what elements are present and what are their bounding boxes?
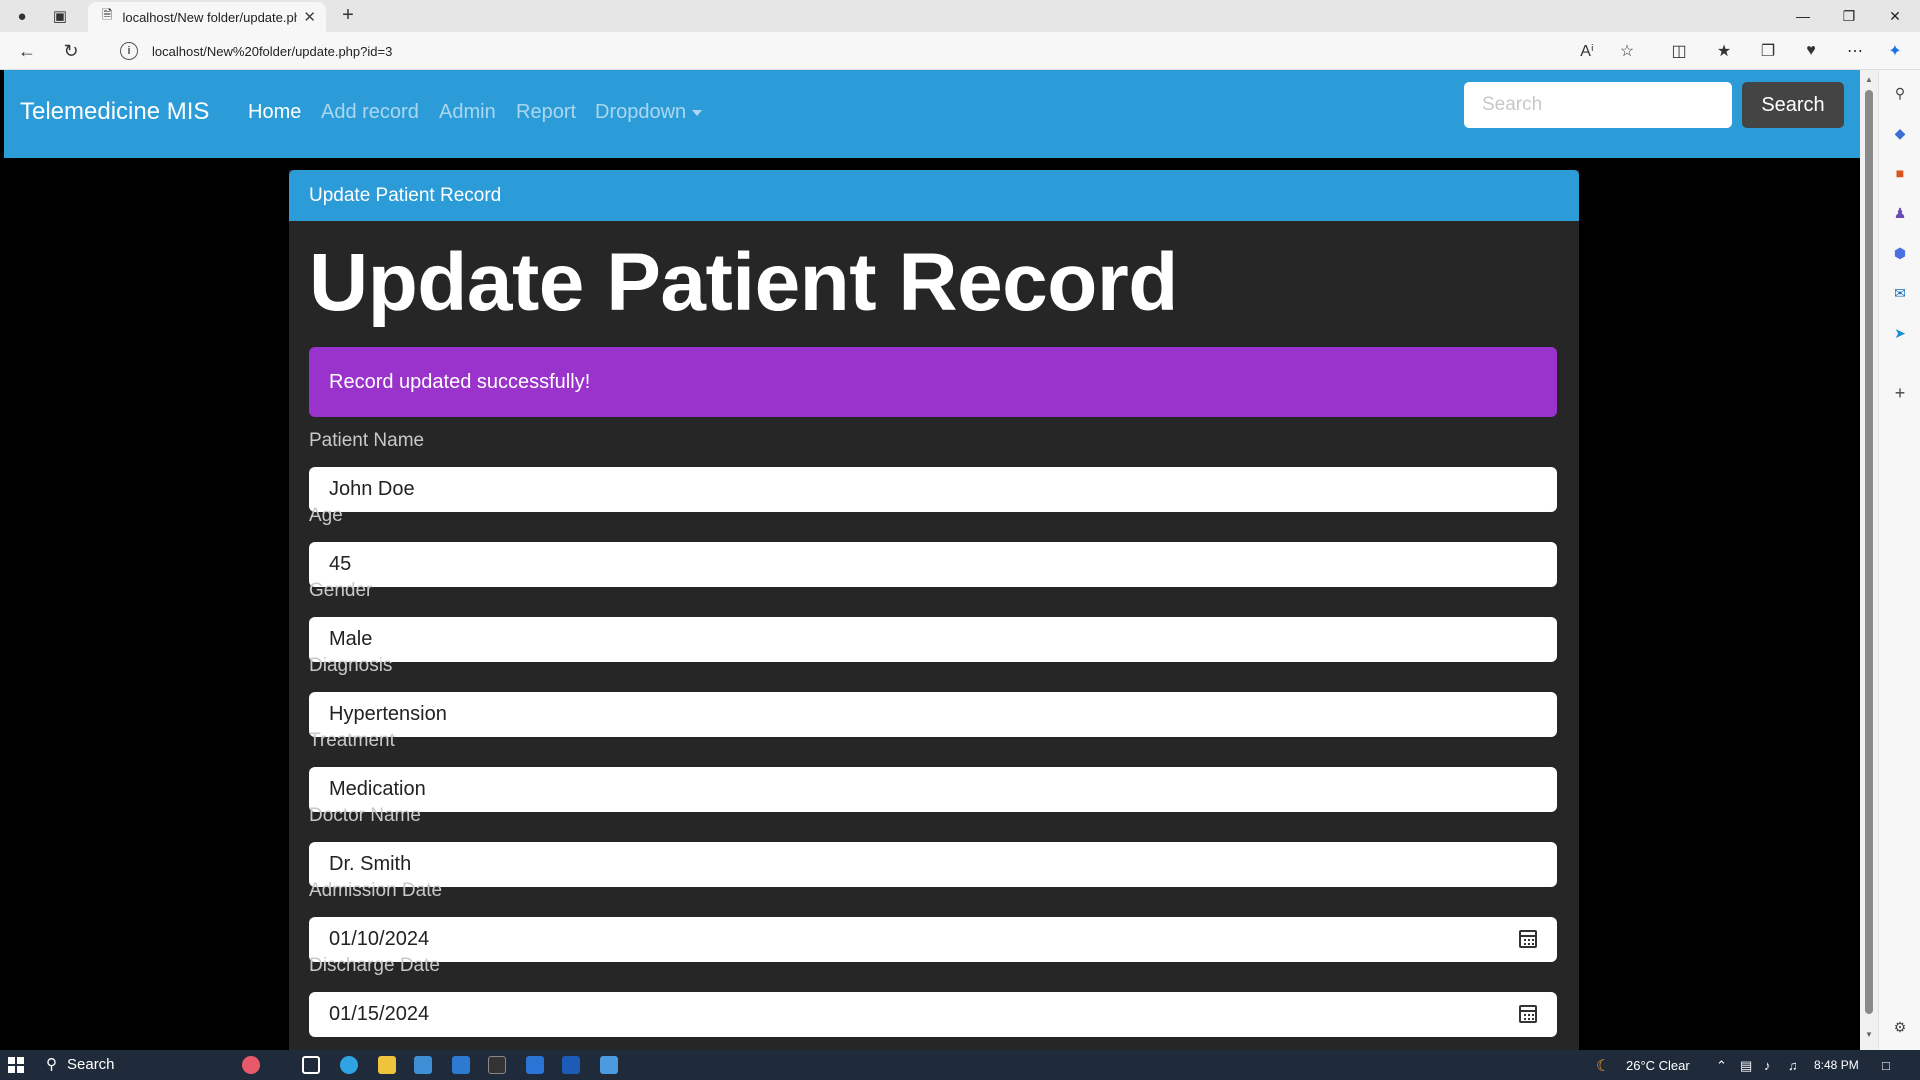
taskbar-search-label: Search (67, 1055, 115, 1073)
gender-label: Gender (309, 580, 373, 601)
page-icon: 🗎 (102, 7, 113, 22)
discharge-date-value: 01/15/2024 (329, 1003, 430, 1025)
age-input[interactable]: 45 (309, 542, 1557, 587)
tab-actions-icon[interactable]: ▣ (48, 5, 72, 27)
weather-text[interactable]: 26°C Clear (1626, 1058, 1690, 1073)
browser-tab-bar: ● ▣ 🗎 localhost/New folder/update.php ✕ … (0, 0, 1920, 32)
more-options-icon[interactable]: ⋯ (1844, 41, 1866, 61)
nav-home-link[interactable]: Home (248, 101, 301, 124)
favorites-icon[interactable]: ★ (1713, 41, 1735, 61)
scroll-up-icon[interactable]: ▲ (1864, 75, 1874, 85)
refresh-icon[interactable]: ↻ (58, 39, 84, 63)
tab-title: localhost/New folder/update.php (122, 9, 298, 25)
diagnosis-input[interactable]: Hypertension (309, 692, 1557, 737)
favorite-star-icon[interactable]: ☆ (1616, 41, 1638, 61)
page-viewport: Telemedicine MIS Home Add record Admin R… (4, 70, 1860, 1050)
taskbar-search[interactable]: ⚲ Search (46, 1055, 115, 1074)
close-window-button[interactable]: ✕ (1872, 0, 1918, 32)
site-info-icon[interactable]: i (120, 42, 138, 60)
brand-logo[interactable]: Telemedicine MIS (20, 98, 209, 126)
search-button[interactable]: Search (1742, 82, 1844, 128)
collections-icon[interactable]: ❐ (1757, 41, 1779, 61)
admission-date-label: Admission Date (309, 880, 443, 901)
edge-icon[interactable] (340, 1056, 358, 1074)
outlook-icon[interactable]: ✉ (1889, 282, 1911, 304)
file-explorer-icon[interactable] (378, 1056, 396, 1074)
browser-essentials-icon[interactable]: ♥ (1800, 41, 1822, 61)
flowers-widget-icon[interactable] (242, 1056, 260, 1074)
tools-icon[interactable]: ■ (1889, 162, 1911, 184)
minimize-button[interactable]: — (1780, 0, 1826, 32)
add-icon[interactable]: + (1889, 382, 1911, 404)
terminal-icon[interactable] (488, 1056, 506, 1074)
doctor-name-label: Doctor Name (309, 805, 421, 826)
search-input[interactable] (1464, 82, 1732, 128)
page-title: Update Patient Record (309, 237, 1178, 328)
volume-icon[interactable]: ♪ (1764, 1058, 1771, 1073)
page-scrollbar[interactable]: ▲ ▼ (1860, 70, 1878, 1050)
network-icon[interactable]: ▤ (1740, 1058, 1752, 1074)
shopping-tag-icon[interactable]: ◆ (1889, 122, 1911, 144)
split-screen-icon[interactable]: ◫ (1668, 41, 1690, 61)
url-field[interactable]: i localhost/New%20folder/update.php?id=3 (108, 36, 1618, 66)
word-icon[interactable] (562, 1056, 580, 1074)
patient-name-input[interactable]: John Doe (309, 467, 1557, 512)
nav-report-link[interactable]: Report (516, 101, 576, 124)
close-tab-icon[interactable]: ✕ (303, 8, 316, 26)
caret-down-icon (692, 109, 703, 116)
nav-dropdown-toggle[interactable]: Dropdown (595, 101, 703, 124)
browser-tab[interactable]: 🗎 localhost/New folder/update.php ✕ (88, 2, 326, 32)
scroll-thumb[interactable] (1865, 90, 1873, 1014)
calendar-icon[interactable] (1519, 930, 1537, 948)
calendar-icon[interactable] (1519, 1005, 1537, 1023)
site-navbar: Telemedicine MIS Home Add record Admin R… (4, 70, 1860, 158)
windows-start-icon[interactable] (8, 1057, 24, 1073)
admission-date-value: 01/10/2024 (329, 928, 430, 950)
nav-add-record-link[interactable]: Add record (321, 101, 419, 124)
search-icon[interactable]: ⚲ (1889, 82, 1911, 104)
new-tab-button[interactable]: + (336, 3, 360, 27)
weather-moon-icon: ☾ (1596, 1058, 1611, 1075)
doctor-name-input[interactable]: Dr. Smith (309, 842, 1557, 887)
diagnosis-label: Diagnosis (309, 655, 393, 676)
notification-icon[interactable]: □ (1882, 1058, 1890, 1073)
discharge-date-label: Discharge Date (309, 955, 440, 976)
age-label: Age (309, 505, 343, 526)
gender-input[interactable]: Male (309, 617, 1557, 662)
windows-taskbar: ⚲ Search ☾ 26°C Clear ⌃ ▤ ♪ ♫ 8:48 PM □ (0, 1050, 1920, 1080)
treatment-label: Treatment (309, 730, 395, 751)
read-aloud-icon[interactable]: Aⁱ (1576, 41, 1598, 61)
task-view-icon[interactable] (302, 1056, 320, 1074)
dropdown-label: Dropdown (595, 101, 687, 123)
back-icon[interactable]: ← (14, 39, 40, 63)
xampp-icon[interactable] (600, 1056, 618, 1074)
games-icon[interactable]: ♟ (1889, 202, 1911, 224)
office-icon[interactable]: ⬢ (1889, 242, 1911, 264)
chevron-up-icon[interactable]: ⌃ (1716, 1058, 1727, 1074)
clock-time[interactable]: 8:48 PM (1814, 1058, 1859, 1072)
edge-sidebar: ⚲ ◆ ■ ♟ ⬢ ✉ ➤ + ⚙ (1878, 70, 1920, 1050)
admission-date-input[interactable]: 01/10/2024 (309, 917, 1557, 962)
search-icon: ⚲ (46, 1056, 57, 1073)
send-icon[interactable]: ➤ (1889, 322, 1911, 344)
treatment-input[interactable]: Medication (309, 767, 1557, 812)
speaker-icon[interactable]: ♫ (1788, 1058, 1798, 1073)
scroll-down-icon[interactable]: ▼ (1864, 1030, 1874, 1040)
card-header: Update Patient Record (289, 170, 1579, 221)
discharge-date-input[interactable]: 01/15/2024 (309, 992, 1557, 1037)
vscode-icon[interactable] (526, 1056, 544, 1074)
patient-name-label: Patient Name (309, 430, 425, 451)
mail-icon[interactable] (452, 1056, 470, 1074)
store-icon[interactable] (414, 1056, 432, 1074)
url-text: localhost/New%20folder/update.php?id=3 (152, 43, 393, 59)
gear-icon[interactable]: ⚙ (1889, 1016, 1911, 1038)
profile-icon[interactable]: ● (10, 5, 34, 27)
nav-admin-link[interactable]: Admin (439, 101, 496, 124)
copilot-icon[interactable]: ✦ (1884, 41, 1906, 61)
update-record-card: Update Patient Record Update Patient Rec… (289, 170, 1579, 1050)
address-bar-row: ← ↻ i localhost/New%20folder/update.php?… (0, 32, 1920, 70)
restore-button[interactable]: ❐ (1826, 0, 1872, 32)
success-alert: Record updated successfully! (309, 347, 1557, 417)
